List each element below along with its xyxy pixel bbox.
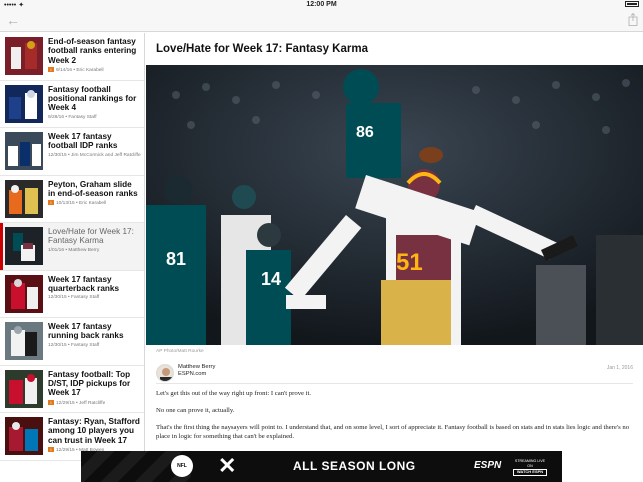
story-meta: 12/30/15 • Fantasy Staff [48, 342, 100, 348]
story-meta: 1/01/16 • Matthew Berry [48, 247, 100, 253]
article-paragraph: Let's get this out of the way right up f… [156, 390, 312, 397]
article-body: Let's get this out of the way right up f… [156, 389, 633, 449]
story-meta: 12/29/15 • Jeff Ratcliffe [56, 400, 106, 406]
story-title: Week 17 fantasy football IDP ranks [48, 132, 118, 151]
story-thumbnail [5, 179, 43, 218]
battery-icon [625, 1, 639, 8]
svg-text:14: 14 [261, 269, 281, 289]
insider-icon: i [48, 399, 54, 405]
article-view: Love/Hate for Week 17: Fantasy Karma 14 … [146, 33, 643, 482]
story-title: End-of-season fantasy football ranks ent… [48, 37, 137, 65]
story-meta: 9/28/16 • Fantasy Staff [48, 114, 97, 120]
story-thumbnail [5, 37, 43, 75]
story-title: Fantasy football positional rankings for… [48, 84, 137, 113]
espn-logo: ESPN [474, 460, 502, 471]
story-meta: 12/30/15 • Fantasy Staff [48, 295, 100, 301]
byline: Matthew Berry ESPN.com Jan 1, 2016 [156, 362, 633, 382]
story-thumbnail [5, 132, 43, 170]
story-list-item[interactable]: End-of-season fantasy football ranks ent… [0, 33, 144, 81]
ad-banner[interactable]: NFL ✕ ALL SEASON LONG ESPN STREAMING LIV… [81, 451, 562, 482]
story-list-item-active[interactable]: Love/Hate for Week 17: Fantasy Karma 1/0… [0, 223, 144, 271]
insider-icon: i [48, 447, 54, 453]
story-list-item[interactable]: Fantasy football positional rankings for… [0, 81, 144, 128]
story-thumbnail [5, 369, 43, 408]
story-list-item[interactable]: Week 17 fantasy football IDP ranks 12/30… [0, 128, 144, 176]
story-title: Peyton, Graham slide in end-of-season ra… [48, 179, 138, 198]
back-arrow-icon[interactable]: ← [6, 13, 20, 27]
story-title: Fantasy: Ryan, Stafford among 10 players… [48, 417, 140, 445]
watch-espn-badge: STREAMING LIVE ON WATCH ESPN [513, 459, 547, 476]
svg-text:81: 81 [166, 249, 186, 269]
story-thumbnail [5, 417, 43, 455]
story-list-item[interactable]: Week 17 fantasy running back ranks 12/30… [0, 318, 144, 366]
insider-icon: i [48, 200, 54, 206]
insider-icon: i [48, 67, 54, 73]
story-title: Week 17 fantasy running back ranks [48, 322, 124, 341]
author-avatar [156, 364, 174, 382]
divider [156, 383, 633, 384]
story-list-item[interactable]: Peyton, Graham slide in end-of-season ra… [0, 176, 144, 223]
story-title: Love/Hate for Week 17: Fantasy Karma [48, 227, 134, 246]
story-thumbnail [5, 84, 43, 123]
story-title: Week 17 fantasy quarterback ranks [48, 274, 119, 293]
story-list-item[interactable]: Fantasy football: Top D/ST, IDP pickups … [0, 366, 144, 413]
author-name[interactable]: Matthew Berry [178, 364, 215, 371]
author-outlet: ESPN.com [178, 371, 207, 377]
nfl-logo: NFL [171, 455, 193, 477]
article-headline: Love/Hate for Week 17: Fantasy Karma [156, 43, 368, 55]
story-thumbnail [5, 274, 43, 313]
story-thumbnail [5, 322, 43, 360]
story-thumbnail [5, 227, 43, 265]
article-paragraph: That's the first thing the naysayers wil… [156, 424, 630, 440]
svg-text:86: 86 [356, 124, 374, 141]
svg-text:51: 51 [396, 249, 423, 276]
story-meta: 10/13/15 • Eric Karabell [56, 201, 107, 207]
article-hero-photo: 14 81 51 86 [146, 65, 643, 345]
navigation-bar: ← [0, 10, 643, 32]
story-list-item[interactable]: Week 17 fantasy quarterback ranks 12/30/… [0, 271, 144, 318]
close-x-icon: ✕ [218, 453, 237, 478]
ad-slogan: ALL SEASON LONG [293, 459, 416, 473]
share-icon[interactable] [628, 13, 638, 26]
story-list: End-of-season fantasy football ranks ent… [0, 33, 145, 482]
clock: 12:00 PM [306, 1, 337, 8]
article-date: Jan 1, 2016 [606, 365, 633, 371]
article-paragraph: No one can prove it, actually. [156, 407, 235, 414]
story-meta: 9/14/16 • Eric Karabell [56, 67, 104, 73]
photo-caption: AP Photo/Matt Rourke [156, 349, 204, 354]
story-title: Fantasy football: Top D/ST, IDP pickups … [48, 369, 131, 398]
story-meta: 12/30/15 • Jim McCormick and Jeff Ratcli… [48, 152, 141, 158]
status-bar: ••••• ✦ 12:00 PM [0, 0, 643, 10]
